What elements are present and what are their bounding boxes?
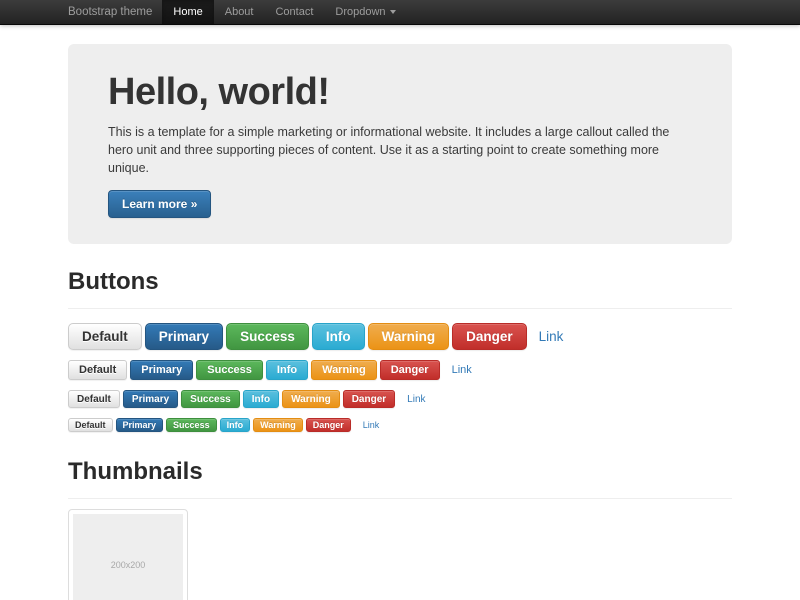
hero-unit: Hello, world! This is a template for a s… (68, 44, 732, 244)
button-row-default: DefaultPrimarySuccessInfoWarningDanger Li… (68, 360, 732, 380)
danger-button-large[interactable]: Danger (452, 323, 527, 350)
info-button-large[interactable]: Info (312, 323, 365, 350)
danger-button-default[interactable]: Danger (380, 360, 440, 380)
navbar: Bootstrap theme HomeAboutContactDropdown (0, 0, 800, 25)
button-rows: DefaultPrimarySuccessInfoWarningDangerLi… (68, 323, 732, 432)
nav-item-dropdown[interactable]: Dropdown (324, 0, 406, 24)
caret-down-icon (390, 10, 396, 14)
danger-button-small[interactable]: Danger (343, 390, 395, 408)
info-button-small[interactable]: Info (243, 390, 279, 408)
success-button-small[interactable]: Success (181, 390, 240, 408)
success-button-large[interactable]: Success (226, 323, 309, 350)
button-row-small: DefaultPrimarySuccessInfoWarningDanger Li… (68, 390, 732, 408)
link-button-small[interactable]: Link (407, 394, 425, 405)
warning-button-xsmall[interactable]: Warning (253, 418, 303, 432)
danger-button-xsmall[interactable]: Danger (306, 418, 351, 432)
primary-button-large[interactable]: Primary (145, 323, 223, 350)
hero-title: Hello, world! (108, 71, 692, 114)
info-button-xsmall[interactable]: Info (220, 418, 251, 432)
default-button-xsmall[interactable]: Default (68, 418, 113, 432)
navbar-menu: HomeAboutContactDropdown (162, 0, 406, 24)
nav-item-contact[interactable]: Contact (264, 0, 324, 24)
warning-button-large[interactable]: Warning (368, 323, 450, 350)
nav-item: About (214, 0, 265, 24)
learn-more-button[interactable]: Learn more » (108, 190, 211, 218)
success-button-default[interactable]: Success (196, 360, 263, 380)
thumbnail-placeholder-image: 200x200 (73, 514, 183, 600)
navbar-brand[interactable]: Bootstrap theme (68, 0, 152, 24)
primary-button-small[interactable]: Primary (123, 390, 178, 408)
link-button-default[interactable]: Link (452, 364, 472, 376)
page-container: Hello, world! This is a template for a s… (68, 0, 732, 600)
primary-button-default[interactable]: Primary (130, 360, 193, 380)
buttons-section-heading: Buttons (68, 268, 732, 309)
default-button-default[interactable]: Default (68, 360, 127, 380)
link-button-xsmall[interactable]: Link (363, 420, 380, 430)
button-row-xsmall: DefaultPrimarySuccessInfoWarningDanger Li… (68, 418, 732, 432)
info-button-default[interactable]: Info (266, 360, 308, 380)
default-button-small[interactable]: Default (68, 390, 120, 408)
button-row-large: DefaultPrimarySuccessInfoWarningDanger Li… (68, 323, 732, 350)
warning-button-small[interactable]: Warning (282, 390, 340, 408)
nav-item: Contact (264, 0, 324, 24)
thumbnails-section-heading: Thumbnails (68, 458, 732, 499)
primary-button-xsmall[interactable]: Primary (116, 418, 164, 432)
nav-item: Dropdown (324, 0, 406, 24)
nav-item-home[interactable]: Home (162, 0, 213, 24)
hero-description: This is a template for a simple marketin… (108, 123, 688, 177)
nav-item: Home (162, 0, 213, 24)
default-button-large[interactable]: Default (68, 323, 142, 350)
success-button-xsmall[interactable]: Success (166, 418, 217, 432)
warning-button-default[interactable]: Warning (311, 360, 377, 380)
thumbnail[interactable]: 200x200 (68, 509, 188, 600)
link-button-large[interactable]: Link (539, 329, 564, 344)
nav-item-about[interactable]: About (214, 0, 265, 24)
